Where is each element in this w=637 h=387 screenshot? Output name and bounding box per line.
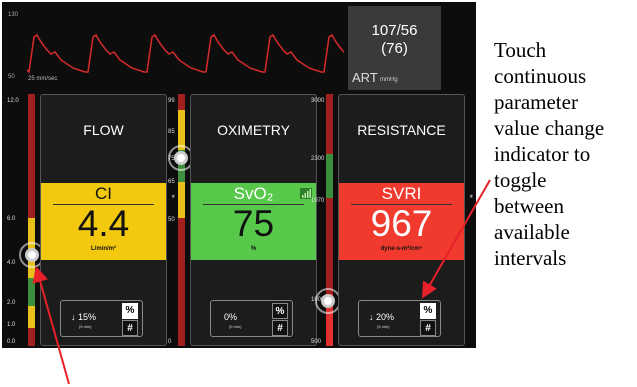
svri-value-band[interactable]: SVRI 967 dyne-s-m²/cm⁵ * bbox=[339, 183, 473, 260]
flow-value-marker bbox=[25, 248, 39, 262]
target-asterisk: * bbox=[171, 193, 175, 203]
oximetry-tile[interactable]: OXIMETRY SvO₂ 75 % 0% (5 min) % # bbox=[190, 94, 317, 346]
flow-scale-tick: 6.0 bbox=[7, 216, 16, 222]
resistance-tile[interactable]: RESISTANCE SVRI 967 dyne-s-m²/cm⁵ * ↓ 20… bbox=[338, 94, 473, 346]
change-value: 0% bbox=[224, 312, 238, 322]
svo2-value-band[interactable]: SvO₂ 75 % bbox=[191, 183, 316, 260]
svri-change-indicator[interactable]: ↓ 20% (5 min) % # bbox=[358, 300, 441, 337]
flow-target-scale bbox=[28, 94, 35, 346]
percent-toggle-button[interactable]: % bbox=[122, 303, 138, 319]
change-interval: (5 min) bbox=[229, 324, 242, 329]
flow-scale-tick: 0.0 bbox=[7, 339, 16, 345]
monitor-screen: 130 50 25 mm/sec 107/56 (76) ART mmHg 12… bbox=[2, 2, 476, 348]
number-toggle-button[interactable]: # bbox=[272, 320, 288, 336]
svri-value-marker bbox=[321, 294, 335, 308]
sweep-speed-label: 25 mm/sec bbox=[28, 76, 58, 82]
parameter-value: 967 bbox=[370, 203, 433, 244]
flow-scale-tick: 1.0 bbox=[7, 322, 16, 328]
parameter-label: SvO₂ bbox=[233, 184, 274, 203]
art-waveform-trace bbox=[26, 33, 344, 74]
percent-toggle-button[interactable]: % bbox=[420, 303, 436, 319]
svo2-value-marker bbox=[174, 151, 188, 165]
change-value: ↓ 20% bbox=[369, 312, 395, 322]
tile-title: RESISTANCE bbox=[357, 122, 446, 138]
parameter-label: CI bbox=[95, 184, 112, 203]
oximetry-scale-tick: 50 bbox=[168, 217, 175, 223]
oximetry-scale-tick: 65 bbox=[168, 179, 175, 185]
resistance-scale-tick: 2300 bbox=[311, 156, 325, 162]
parameter-unit: L/min/m² bbox=[91, 246, 116, 252]
oximetry-scale-tick: 99 bbox=[168, 98, 175, 104]
resistance-scale-tick: 3000 bbox=[311, 98, 325, 104]
art-map-value: (76) bbox=[381, 40, 408, 57]
oximetry-target-scale bbox=[178, 94, 185, 346]
art-systolic-diastolic: 107/56 bbox=[371, 22, 418, 39]
flow-scale-tick: 12.0 bbox=[7, 98, 19, 104]
tile-title: FLOW bbox=[83, 122, 124, 138]
parameter-value: 4.4 bbox=[77, 203, 130, 244]
change-interval: (5 min) bbox=[377, 324, 390, 329]
parameter-value: 75 bbox=[232, 203, 275, 244]
svo2-change-indicator[interactable]: 0% (5 min) % # bbox=[210, 300, 293, 337]
flow-tile[interactable]: FLOW CI 4.4 L/min/m² * ↓ 15% (5 min) % # bbox=[40, 94, 175, 346]
art-label: ART bbox=[352, 70, 378, 85]
art-waveform-panel: 130 50 25 mm/sec bbox=[2, 2, 344, 88]
flow-scale-tick: 4.0 bbox=[7, 260, 16, 266]
parameter-unit: % bbox=[250, 246, 257, 252]
art-unit: mmHg bbox=[380, 77, 398, 83]
tile-title: OXIMETRY bbox=[217, 122, 290, 138]
oximetry-scale-tick: 0 bbox=[168, 339, 172, 345]
ci-value-band[interactable]: CI 4.4 L/min/m² * bbox=[41, 183, 175, 260]
resistance-scale-tick: 500 bbox=[311, 339, 322, 345]
flow-scale-tick: 2.0 bbox=[7, 300, 16, 306]
percent-toggle-button[interactable]: % bbox=[272, 303, 288, 319]
change-interval: (5 min) bbox=[79, 324, 92, 329]
resistance-scale-tick: 1970 bbox=[311, 198, 325, 204]
oximetry-scale-tick: 85 bbox=[168, 129, 175, 135]
art-pressure-tile[interactable]: 107/56 (76) ART mmHg bbox=[348, 6, 441, 90]
parameter-label: SVRI bbox=[381, 184, 422, 203]
change-value: ↓ 15% bbox=[71, 312, 97, 322]
parameter-unit: dyne-s-m²/cm⁵ bbox=[380, 246, 423, 252]
number-toggle-button[interactable]: # bbox=[420, 320, 436, 336]
target-asterisk: * bbox=[469, 193, 473, 203]
annotation-text: Touch continuous parameter value change … bbox=[494, 38, 605, 270]
ci-change-indicator[interactable]: ↓ 15% (5 min) % # bbox=[60, 300, 143, 337]
number-toggle-button[interactable]: # bbox=[122, 320, 138, 336]
